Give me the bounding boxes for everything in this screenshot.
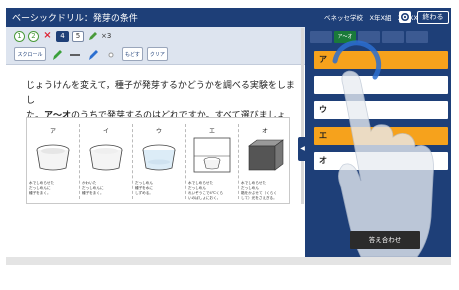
app-title: ベーシックドリル：発芽の条件 (12, 14, 138, 24)
panel-tabs: ア〜オ (310, 31, 428, 43)
app-window: ベーシックドリル：発芽の条件 ベネッセ学校 X年X組 XX XX 終わる 1 2… (0, 0, 459, 290)
toolbar: 1 2 × 4 5 ×3 スクロール もどす クリア (6, 27, 306, 65)
settings-gear-icon[interactable] (399, 11, 411, 23)
step-5-button[interactable]: 5 (72, 30, 84, 42)
clear-button[interactable]: クリア (146, 47, 168, 61)
cup-c-illustration (142, 144, 176, 171)
cup-a-illustration (36, 144, 70, 171)
answer-panel: ア〜オ ア ウ エ オ (305, 27, 451, 257)
step-3-wrong-mark[interactable]: × (42, 30, 53, 42)
panel-tab-4[interactable] (382, 31, 404, 43)
panel-toggle-chevron-icon[interactable]: ◀ (298, 137, 307, 161)
choice-e-label: オ (319, 156, 327, 165)
choice-c-label: ウ (319, 105, 327, 114)
choice-c[interactable]: ウ (314, 101, 448, 119)
panel-tab-5[interactable] (406, 31, 428, 43)
content-scrollbar[interactable] (301, 28, 304, 204)
figure-label-b: イ (102, 128, 109, 135)
check-answer-button[interactable]: 答え合わせ (350, 231, 420, 249)
experiment-figure: ア 水でしめらせた だっしめんに 種子をまく。 イ かわいた だっしめんに 種子をまく。 (26, 117, 290, 204)
cup-b-illustration (89, 144, 123, 171)
choice-d[interactable]: エ (314, 127, 448, 145)
box-illustration (248, 139, 284, 171)
pencil-count: ×3 (101, 32, 112, 40)
question-line-1: じょうけんを変えて，種子が発芽するかどうかを調べる実験をしまし (26, 81, 295, 106)
bottom-bar (6, 257, 451, 265)
panel-tab-2[interactable]: ア〜オ (334, 31, 356, 43)
figure-label-d: エ (208, 128, 215, 135)
dot-tool-icon[interactable] (104, 47, 118, 61)
scroll-tool-button[interactable]: スクロール (14, 47, 46, 61)
figure-panel-e: オ 水でしめらせた だっしめん 箱をかぶせて（くらく して）光をさえぎる。 (239, 118, 291, 205)
figure-caption-e: 水でしめらせた だっしめん 箱をかぶせて（くらく して）光をさえぎる。 (241, 181, 277, 200)
figure-caption-d: 水でしめらせた だっしめん れいぞうこで4℃くら いのばしょにおく。 (188, 181, 224, 200)
figure-panel-b: イ かわいた だっしめんに 種子をまく。 (80, 118, 132, 205)
figure-label-c: ウ (155, 128, 162, 135)
step-navigation: 1 2 × 4 5 ×3 (14, 30, 111, 42)
tool-row: スクロール もどす クリア (14, 46, 168, 62)
figure-label-e: オ (261, 128, 268, 135)
undo-button[interactable]: もどす (122, 47, 143, 61)
figure-panel-a: ア 水でしめらせた だっしめんに 種子をまく。 (27, 118, 79, 205)
title-bar: ベーシックドリル：発芽の条件 ベネッセ学校 X年X組 XX XX 終わる (6, 8, 451, 27)
scroll-tool-label: スクロール (17, 51, 43, 58)
figure-panel-d: エ 水でしめらせた だっしめん れいぞうこで4℃くら いのばしょにおく。 (186, 118, 238, 205)
figure-panel-c: ウ だっしめん 種子を水に しずめる。 (133, 118, 185, 205)
step-4-button[interactable]: 4 (56, 30, 69, 42)
choice-b[interactable] (314, 76, 448, 94)
choice-a[interactable]: ア (314, 51, 448, 69)
end-button[interactable]: 終わる (417, 11, 449, 24)
clear-label: クリア (149, 51, 165, 58)
line-tool-icon[interactable] (68, 47, 82, 61)
figure-caption-c: だっしめん 種子を水に しずめる。 (135, 181, 153, 195)
pen-green-icon[interactable] (50, 47, 64, 61)
undo-label: もどす (125, 51, 140, 58)
fridge-illustration (193, 137, 231, 173)
choice-e[interactable]: オ (314, 152, 448, 170)
step-2-button[interactable]: 2 (28, 30, 39, 42)
panel-tab-1[interactable] (310, 31, 332, 43)
pencil-icon (87, 27, 98, 46)
choice-d-label: エ (319, 131, 327, 140)
figure-caption-a: 水でしめらせた だっしめんに 種子をまく。 (29, 181, 55, 195)
choice-a-label: ア (319, 55, 327, 64)
figure-caption-b: かわいた だっしめんに 種子をまく。 (82, 181, 104, 195)
pen-blue-icon[interactable] (86, 47, 100, 61)
figure-label-a: ア (49, 128, 56, 135)
step-1-button[interactable]: 1 (14, 30, 25, 42)
panel-tab-3[interactable] (358, 31, 380, 43)
